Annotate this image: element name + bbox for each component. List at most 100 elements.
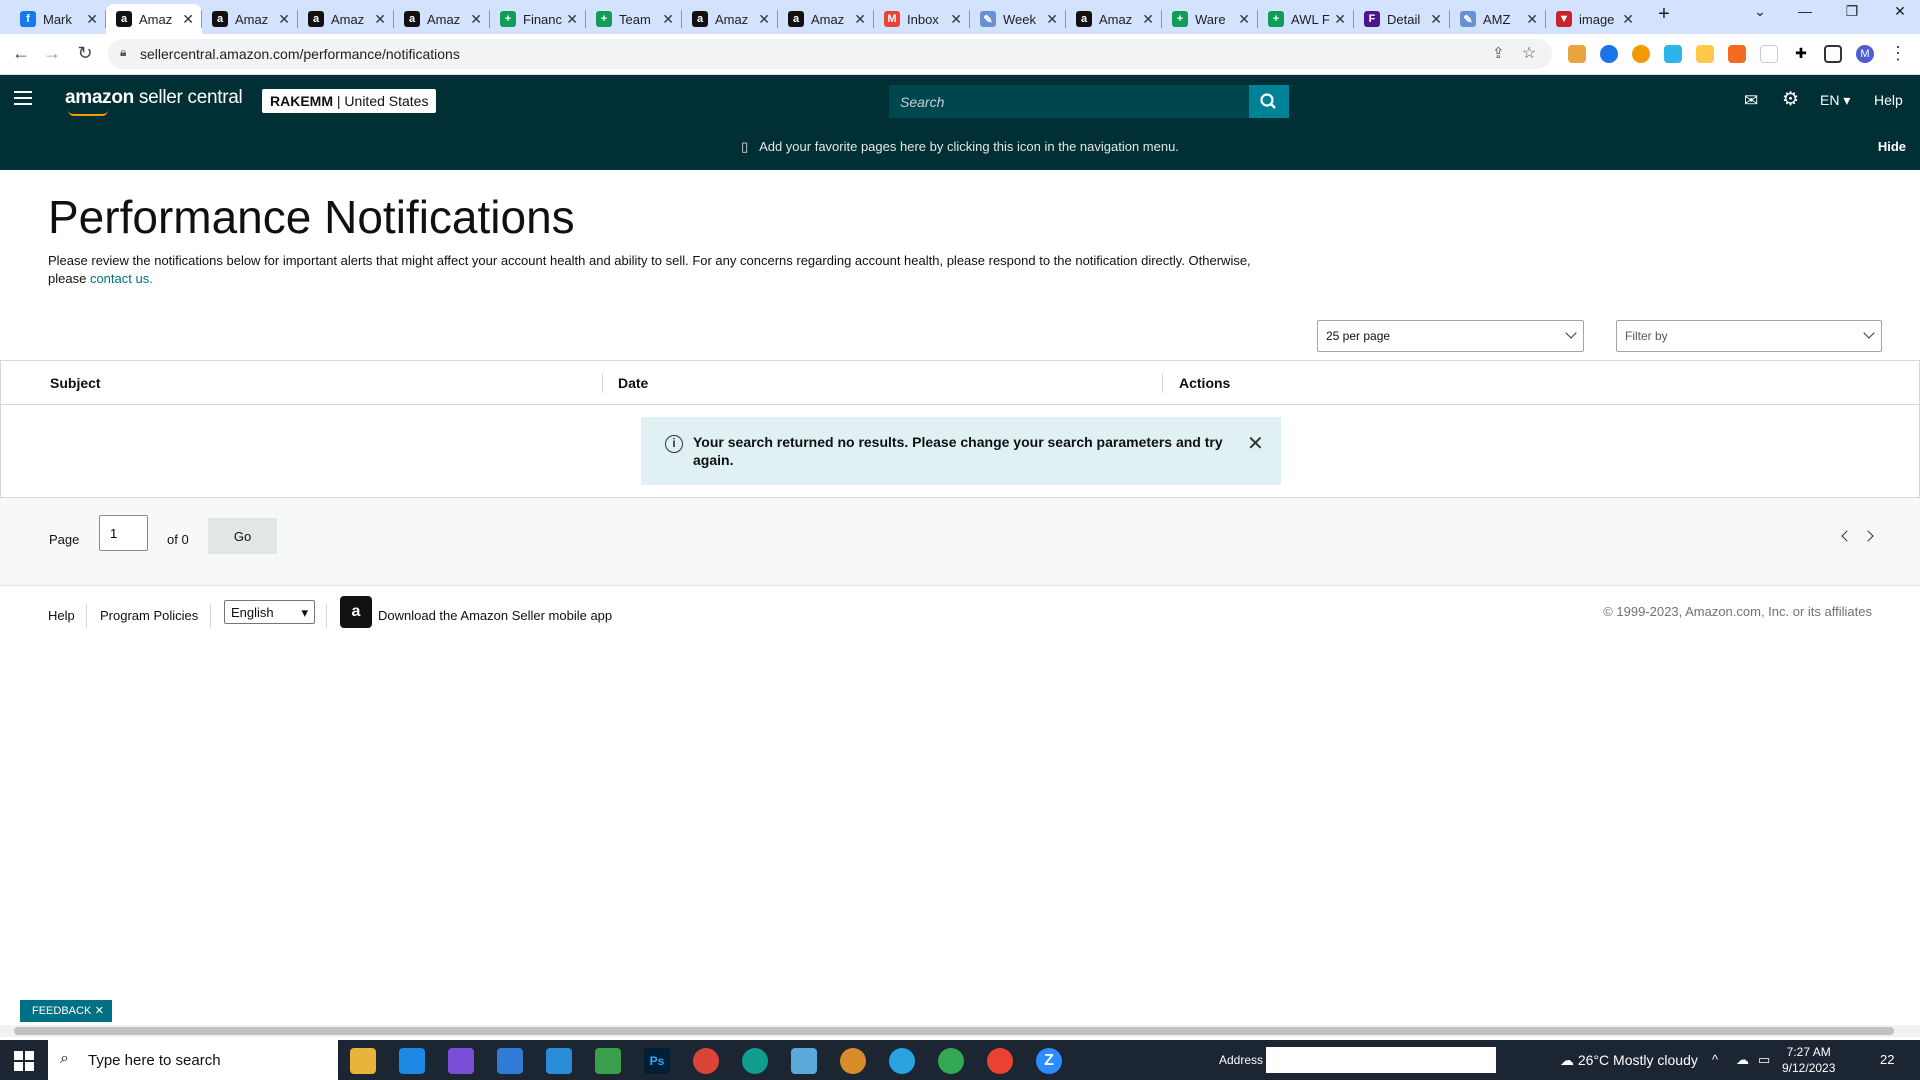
extension-orange-icon[interactable] bbox=[1632, 45, 1650, 63]
tray-chevron-icon[interactable]: ^ bbox=[1712, 1052, 1718, 1067]
feedback-button[interactable]: FEEDBACK ✕ bbox=[20, 1000, 112, 1022]
filter-select[interactable]: Filter by bbox=[1616, 320, 1882, 352]
close-tab-icon[interactable]: ✕ bbox=[1622, 11, 1634, 28]
close-tab-icon[interactable]: ✕ bbox=[1526, 11, 1538, 28]
extension-arrow-icon[interactable] bbox=[1760, 45, 1778, 63]
zoom-icon[interactable]: Z bbox=[1036, 1048, 1062, 1074]
close-icon[interactable]: ✕ bbox=[1247, 431, 1264, 456]
close-tab-icon[interactable]: ✕ bbox=[1046, 11, 1058, 28]
per-page-select[interactable]: 25 per page bbox=[1317, 320, 1584, 352]
app-icon[interactable] bbox=[791, 1048, 817, 1074]
telegram-icon[interactable] bbox=[889, 1048, 915, 1074]
close-tab-icon[interactable]: ✕ bbox=[1430, 11, 1442, 28]
browser-tab[interactable]: a Amaz ✕ bbox=[106, 4, 202, 34]
extension-keepa-icon[interactable] bbox=[1664, 45, 1682, 63]
browser-tab[interactable]: f Mark ✕ bbox=[10, 4, 106, 34]
close-tab-icon[interactable]: ✕ bbox=[662, 11, 674, 28]
footer-language-select[interactable]: English ▾ bbox=[224, 600, 315, 624]
column-subject[interactable]: Subject bbox=[50, 375, 101, 391]
edge-icon[interactable] bbox=[742, 1048, 768, 1074]
close-tab-icon[interactable]: ✕ bbox=[1238, 11, 1250, 28]
page-number-input[interactable] bbox=[99, 515, 148, 551]
chrome-profile-icon[interactable] bbox=[938, 1048, 964, 1074]
extensions-puzzle-icon[interactable]: ✚ bbox=[1792, 45, 1810, 63]
lock-icon[interactable]: 🔒︎ bbox=[120, 45, 126, 60]
download-app-link[interactable]: Download the Amazon Seller mobile app bbox=[378, 608, 612, 623]
extension-js-icon[interactable] bbox=[1728, 45, 1746, 63]
browser-tab[interactable]: ✎ Week ✕ bbox=[970, 4, 1066, 34]
menu-kebab-icon[interactable]: ⋮ bbox=[1886, 43, 1910, 64]
app-icon[interactable] bbox=[448, 1048, 474, 1074]
address-bar[interactable]: 🔒︎ sellercentral.amazon.com/performance/… bbox=[108, 39, 1552, 69]
program-policies-link[interactable]: Program Policies bbox=[100, 608, 198, 623]
scrollbar-thumb[interactable] bbox=[14, 1027, 1894, 1035]
browser-tab[interactable]: a Amaz ✕ bbox=[202, 4, 298, 34]
minimize-button[interactable]: — bbox=[1785, 3, 1825, 19]
new-tab-icon[interactable]: + bbox=[1644, 3, 1684, 26]
browser-tab[interactable]: a Amaz ✕ bbox=[394, 4, 490, 34]
close-tab-icon[interactable]: ✕ bbox=[1334, 11, 1346, 28]
gear-icon[interactable]: ⚙ bbox=[1782, 88, 1799, 111]
browser-tab[interactable]: F Detail ✕ bbox=[1354, 4, 1450, 34]
back-icon[interactable]: ← bbox=[9, 43, 33, 64]
seller-central-logo[interactable]: amazon seller central bbox=[65, 87, 243, 109]
search-button[interactable] bbox=[1249, 85, 1289, 118]
close-tab-icon[interactable]: ✕ bbox=[374, 11, 386, 28]
previous-page-icon[interactable] bbox=[1841, 530, 1853, 542]
notification-center-icon[interactable]: 22 bbox=[1880, 1052, 1894, 1067]
close-tab-icon[interactable]: ✕ bbox=[278, 11, 290, 28]
column-date[interactable]: Date bbox=[618, 375, 648, 391]
photoshop-icon[interactable]: Ps bbox=[644, 1048, 670, 1074]
profile-avatar[interactable]: M bbox=[1856, 45, 1874, 63]
close-tab-icon[interactable]: ✕ bbox=[854, 11, 866, 28]
tab-search-icon[interactable]: ⌄ bbox=[1740, 3, 1780, 20]
close-tab-icon[interactable]: ✕ bbox=[950, 11, 962, 28]
browser-tab[interactable]: + Ware ✕ bbox=[1162, 4, 1258, 34]
extension-blue-icon[interactable] bbox=[1600, 45, 1618, 63]
close-tab-icon[interactable]: ✕ bbox=[182, 11, 194, 28]
close-tab-icon[interactable]: ✕ bbox=[566, 11, 578, 28]
help-link[interactable]: Help bbox=[1874, 92, 1903, 108]
address-toolbar-input[interactable] bbox=[1266, 1047, 1496, 1073]
browser-tab[interactable]: + Financ ✕ bbox=[490, 4, 586, 34]
hamburger-menu-icon[interactable] bbox=[14, 91, 32, 105]
close-tab-icon[interactable]: ✕ bbox=[758, 11, 770, 28]
search-input[interactable]: Search bbox=[889, 85, 1249, 118]
taskbar-search[interactable]: ⌕ Type here to search bbox=[48, 1040, 338, 1080]
side-panel-icon[interactable] bbox=[1824, 45, 1842, 63]
url-text[interactable]: sellercentral.amazon.com/performance/not… bbox=[140, 46, 460, 62]
horizontal-scrollbar[interactable] bbox=[0, 1025, 1920, 1037]
close-icon[interactable]: ✕ bbox=[95, 1000, 104, 1022]
mail-icon[interactable]: ✉ bbox=[1744, 91, 1758, 111]
extension-honey-icon[interactable] bbox=[1568, 45, 1586, 63]
chrome-active-icon[interactable] bbox=[987, 1048, 1013, 1074]
browser-tab[interactable]: + AWL F ✕ bbox=[1258, 4, 1354, 34]
contact-us-link[interactable]: contact us. bbox=[90, 271, 153, 286]
store-icon[interactable] bbox=[497, 1048, 523, 1074]
app-icon[interactable] bbox=[546, 1048, 572, 1074]
reload-icon[interactable]: ↻ bbox=[73, 43, 97, 64]
seller-app-icon[interactable]: a bbox=[340, 596, 372, 628]
onedrive-icon[interactable]: ☁ bbox=[1736, 1052, 1749, 1068]
system-clock[interactable]: 7:27 AM 9/12/2023 bbox=[1782, 1044, 1835, 1076]
app-icon[interactable] bbox=[840, 1048, 866, 1074]
browser-tab[interactable]: M Inbox ✕ bbox=[874, 4, 970, 34]
maximize-button[interactable]: ❐ bbox=[1832, 3, 1872, 20]
close-window-button[interactable]: ✕ bbox=[1880, 3, 1920, 20]
go-button[interactable]: Go bbox=[208, 518, 277, 554]
browser-tab[interactable]: a Amaz ✕ bbox=[778, 4, 874, 34]
windows-start-icon[interactable] bbox=[14, 1051, 34, 1071]
language-selector[interactable]: EN ▾ bbox=[1820, 92, 1850, 109]
close-tab-icon[interactable]: ✕ bbox=[86, 11, 98, 28]
network-icon[interactable]: ▭ bbox=[1758, 1052, 1770, 1068]
star-icon[interactable]: ☆ bbox=[1522, 43, 1536, 63]
close-tab-icon[interactable]: ✕ bbox=[470, 11, 482, 28]
browser-tab[interactable]: a Amaz ✕ bbox=[1066, 4, 1162, 34]
browser-tab[interactable]: a Amaz ✕ bbox=[682, 4, 778, 34]
file-explorer-icon[interactable] bbox=[350, 1048, 376, 1074]
browser-tab[interactable]: ✎ AMZ ✕ bbox=[1450, 4, 1546, 34]
footer-help-link[interactable]: Help bbox=[48, 608, 75, 623]
browser-tab[interactable]: a Amaz ✕ bbox=[298, 4, 394, 34]
browser-tab[interactable]: + Team ✕ bbox=[586, 4, 682, 34]
mail-app-icon[interactable] bbox=[399, 1048, 425, 1074]
